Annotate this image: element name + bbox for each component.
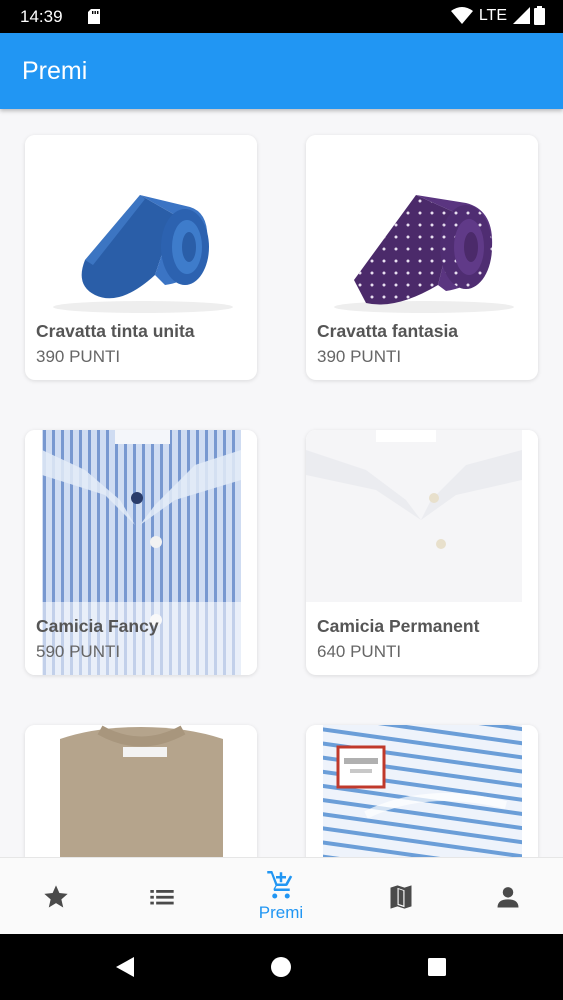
product-card[interactable]	[25, 725, 257, 857]
back-button[interactable]	[110, 952, 140, 982]
beige-sweater-image	[25, 725, 257, 857]
bottom-navigation: Premi	[0, 857, 563, 934]
home-button[interactable]	[266, 952, 296, 982]
product-points: 590 PUNTI	[36, 642, 121, 661]
home-icon	[271, 957, 291, 977]
status-time: 14:39	[20, 7, 63, 26]
sd-card-icon	[88, 9, 100, 24]
app-bar: Premi	[0, 33, 563, 109]
product-title: Camicia Permanent	[317, 616, 480, 636]
list-icon	[150, 889, 174, 904]
product-card[interactable]: Cravatta tinta unita 390 PUNTI	[25, 135, 257, 380]
product-points: 640 PUNTI	[317, 642, 402, 661]
nav-item-favorites[interactable]	[0, 858, 112, 935]
product-title: Camicia Fancy	[36, 616, 159, 636]
nav-item-map[interactable]	[345, 858, 457, 935]
product-points: 390 PUNTI	[36, 347, 121, 366]
status-bar: 14:39 LTE	[0, 0, 563, 33]
product-card[interactable]	[306, 725, 538, 857]
wifi-icon	[450, 6, 473, 24]
product-title: Cravatta tinta unita	[36, 321, 195, 341]
nav-item-profile[interactable]	[452, 858, 563, 935]
recents-button[interactable]	[422, 952, 452, 982]
product-title: Cravatta fantasia	[317, 321, 459, 341]
white-shirt-image	[306, 430, 538, 610]
product-card[interactable]: Camicia Fancy 590 PUNTI	[25, 430, 257, 675]
signal-icon	[513, 7, 530, 24]
cart-plus-icon	[267, 870, 293, 898]
image-overlay	[25, 602, 257, 675]
status-icons: LTE	[450, 6, 545, 25]
nav-label: Premi	[258, 902, 304, 922]
recents-icon	[428, 958, 446, 976]
person-icon	[497, 886, 519, 907]
page-title: Premi	[22, 57, 88, 85]
star-icon	[44, 884, 68, 907]
nav-item-premi[interactable]: Premi	[225, 858, 337, 935]
purple-polka-dot-tie-image	[306, 135, 538, 315]
blue-white-striped-shirt-image	[306, 725, 538, 857]
blue-tie-image	[25, 135, 257, 315]
map-icon	[390, 884, 412, 909]
back-icon	[116, 957, 134, 977]
rewards-grid[interactable]: Cravatta tinta unita 390 PUNTI Cravatta …	[0, 109, 563, 857]
network-type: LTE	[478, 6, 507, 24]
nav-item-list[interactable]	[106, 858, 218, 935]
product-card[interactable]: Camicia Permanent 640 PUNTI	[306, 430, 538, 675]
product-points: 390 PUNTI	[317, 347, 402, 366]
product-card[interactable]: Cravatta fantasia 390 PUNTI	[306, 135, 538, 380]
system-navigation-bar	[0, 934, 563, 1000]
battery-icon	[534, 6, 545, 25]
